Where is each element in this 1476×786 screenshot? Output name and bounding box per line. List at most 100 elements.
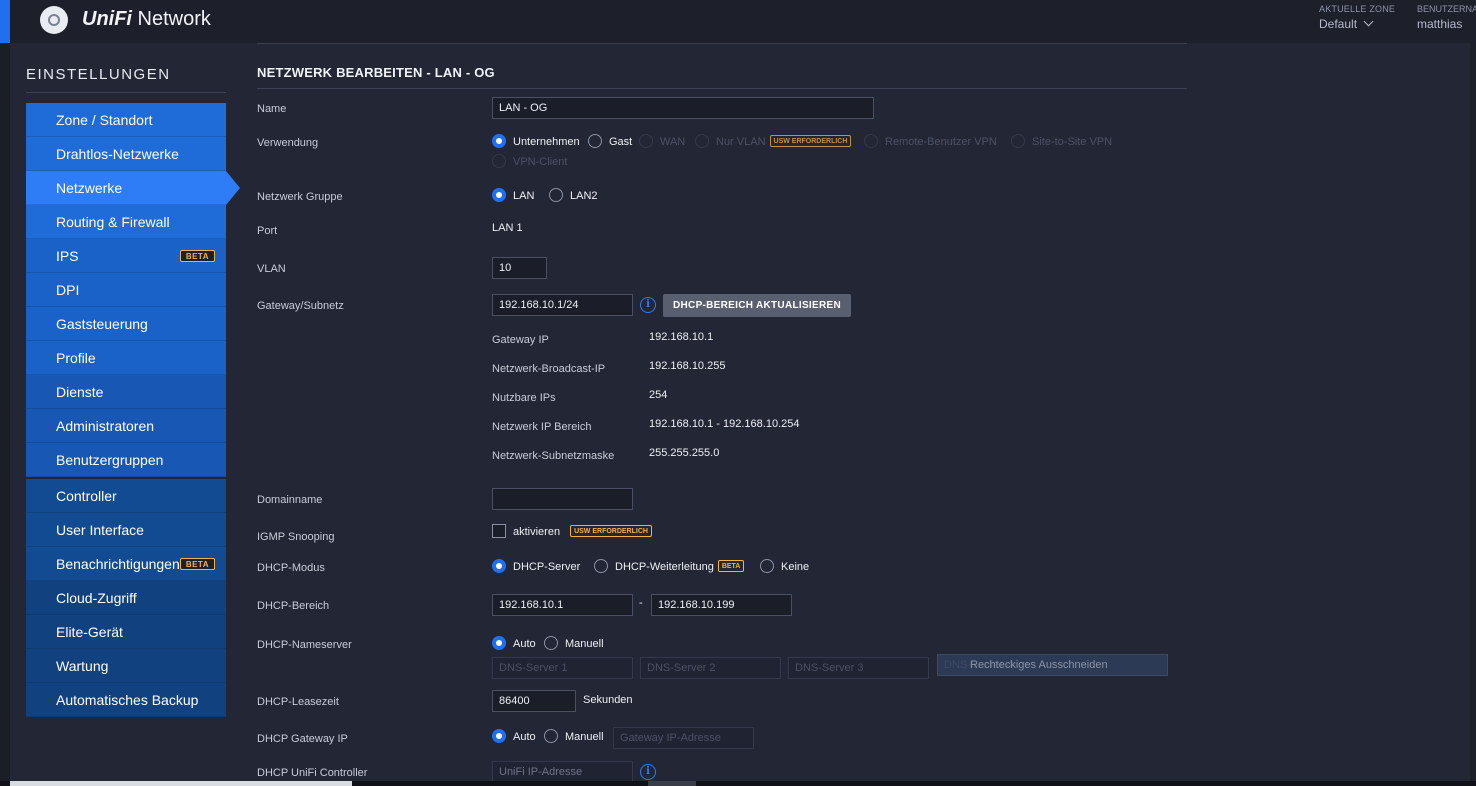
dns-server-3-input[interactable]: DNS-Server 3 — [788, 657, 929, 679]
page-title: NETZWERK BEARBEITEN - LAN - OG — [257, 65, 495, 80]
left-edge — [0, 43, 10, 786]
bottom-bar — [0, 781, 1476, 786]
sidebar-item-dpi[interactable]: DPI — [26, 273, 226, 307]
gateway-subnet-label: Gateway/Subnetz — [257, 300, 344, 312]
vlan-input[interactable]: 10 — [492, 257, 547, 279]
lease-time-label: DHCP-Leasezeit — [257, 696, 339, 708]
horizontal-scrollbar[interactable] — [10, 781, 352, 786]
port-label: Port — [257, 225, 278, 237]
sidebar-item-wireless[interactable]: Drahtlos-Netzwerke — [26, 137, 226, 171]
radio-selected-icon — [492, 729, 506, 743]
dhcp-range-start-input[interactable]: 192.168.10.1 — [492, 594, 633, 616]
beta-badge: BETA — [179, 558, 215, 570]
zone-label: AKTUELLE ZONE — [1319, 4, 1396, 14]
radio-icon — [639, 134, 653, 148]
zone-selector[interactable]: Default — [1319, 16, 1374, 31]
snipping-tooltip: DNS-Server 4 Rechteckiges Ausschneiden — [937, 654, 1168, 676]
sidebar-group-controller: Controller User Interface Benachrichtigu… — [26, 479, 226, 717]
chevron-down-icon — [1363, 16, 1374, 27]
lease-time-input[interactable]: 86400 — [492, 690, 576, 712]
radio-icon — [588, 134, 602, 148]
vlan-label: VLAN — [257, 263, 286, 275]
checkbox-icon — [492, 524, 506, 538]
gateway-ip-manual-radio[interactable]: Manuell — [544, 729, 604, 744]
nameserver-auto-radio[interactable]: Auto — [492, 636, 536, 651]
top-accent-strip — [0, 0, 10, 43]
sidebar-item-routing[interactable]: Routing & Firewall — [26, 205, 226, 239]
gateway-ip-label: Gateway IP — [492, 334, 549, 346]
app-title: UniFi Network — [82, 8, 211, 30]
divider — [257, 88, 1187, 89]
user-name[interactable]: matthias — [1417, 17, 1462, 31]
domain-name-label: Domainname — [257, 494, 323, 506]
info-icon[interactable]: i — [640, 764, 656, 780]
purpose-wan-radio: WAN — [639, 134, 685, 149]
sidebar-item-auto-backup[interactable]: Automatisches Backup — [26, 683, 226, 717]
radio-icon — [549, 188, 563, 202]
dhcp-server-radio[interactable]: DHCP-Server — [492, 559, 580, 574]
purpose-guest-radio[interactable]: Gast — [588, 134, 632, 149]
update-dhcp-range-button[interactable]: DHCP-BEREICH AKTUALISIEREN — [663, 294, 851, 317]
sidebar-item-user-interface[interactable]: User Interface — [26, 513, 226, 547]
sidebar-item-elite-device[interactable]: Elite-Gerät — [26, 615, 226, 649]
unifi-logo-icon[interactable] — [40, 6, 68, 34]
divider — [26, 92, 226, 93]
gateway-ip-auto-radio[interactable]: Auto — [492, 729, 536, 744]
network-group-label: Netzwerk Gruppe — [257, 191, 343, 203]
divider — [257, 43, 1187, 44]
sidebar-item-cloud-access[interactable]: Cloud-Zugriff — [26, 581, 226, 615]
radio-icon — [544, 729, 558, 743]
subnet-mask-label: Netzwerk-Subnetzmaske — [492, 450, 615, 462]
radio-selected-icon — [492, 134, 506, 148]
ip-range-label: Netzwerk IP Bereich — [492, 421, 592, 433]
nameserver-manual-radio[interactable]: Manuell — [544, 636, 604, 651]
dhcp-range-label: DHCP-Bereich — [257, 600, 330, 612]
group-lan-radio[interactable]: LAN — [492, 188, 534, 203]
radio-selected-icon — [492, 188, 506, 202]
usable-ips-value: 254 — [649, 389, 668, 401]
purpose-corporate-radio[interactable]: Unternehmen — [492, 134, 580, 149]
sidebar-item-maintenance[interactable]: Wartung — [26, 649, 226, 683]
sidebar-group-site: Zone / Standort Drahtlos-Netzwerke Netzw… — [26, 103, 240, 477]
group-lan2-radio[interactable]: LAN2 — [549, 188, 598, 203]
range-separator: - — [639, 597, 643, 609]
sidebar-item-notifications[interactable]: Benachrichtigungen BETA — [26, 547, 226, 581]
controller-ip-input[interactable]: UniFi IP-Adresse — [492, 761, 633, 783]
sidebar-item-services[interactable]: Dienste — [26, 375, 226, 409]
sidebar-item-profiles[interactable]: Profile — [26, 341, 226, 375]
radio-icon — [864, 134, 878, 148]
purpose-remote-vpn-radio: Remote-Benutzer VPN — [864, 134, 997, 149]
taskbar-segment — [648, 781, 696, 786]
user-label: BENUTZERNAME — [1417, 4, 1476, 14]
dns-server-2-input[interactable]: DNS-Server 2 — [640, 657, 781, 679]
domain-name-input[interactable] — [492, 488, 633, 510]
name-label: Name — [257, 103, 287, 115]
info-icon[interactable]: i — [640, 297, 656, 313]
radio-icon — [695, 134, 709, 148]
port-value: LAN 1 — [492, 222, 523, 234]
sidebar-item-zone[interactable]: Zone / Standort — [26, 103, 226, 137]
name-input[interactable]: LAN - OG — [492, 97, 874, 119]
radio-icon — [492, 154, 506, 168]
sidebar-item-ips[interactable]: IPS BETA — [26, 239, 226, 273]
dhcp-relay-radio[interactable]: DHCP-Weiterleitung BETA — [594, 559, 745, 574]
top-bar: UniFi Network AKTUELLE ZONE Default BENU… — [0, 0, 1476, 43]
gateway-subnet-input[interactable]: 192.168.10.1/24 — [492, 294, 633, 316]
igmp-snooping-checkbox[interactable]: aktivieren USW ERFORDERLICH — [492, 524, 652, 539]
beta-badge: BETA — [179, 250, 215, 262]
beta-badge: BETA — [717, 560, 745, 572]
subnet-mask-value: 255.255.255.0 — [649, 447, 720, 459]
radio-selected-icon — [492, 636, 506, 650]
dns-server-1-input[interactable]: DNS-Server 1 — [492, 657, 633, 679]
gateway-ip-input[interactable]: Gateway IP-Adresse — [613, 727, 754, 749]
sidebar-item-user-groups[interactable]: Benutzergruppen — [26, 443, 226, 477]
sidebar-item-controller[interactable]: Controller — [26, 479, 226, 513]
sidebar-item-admins[interactable]: Administratoren — [26, 409, 226, 443]
radio-icon — [760, 559, 774, 573]
dhcp-none-radio[interactable]: Keine — [760, 559, 809, 574]
usw-required-badge: USW ERFORDERLICH — [769, 135, 852, 147]
sidebar-item-networks[interactable]: Netzwerke — [26, 171, 240, 205]
dhcp-range-end-input[interactable]: 192.168.10.199 — [651, 594, 792, 616]
sidebar-item-guest-control[interactable]: Gaststeuerung — [26, 307, 226, 341]
purpose-site-vpn-radio: Site-to-Site VPN — [1011, 134, 1112, 149]
